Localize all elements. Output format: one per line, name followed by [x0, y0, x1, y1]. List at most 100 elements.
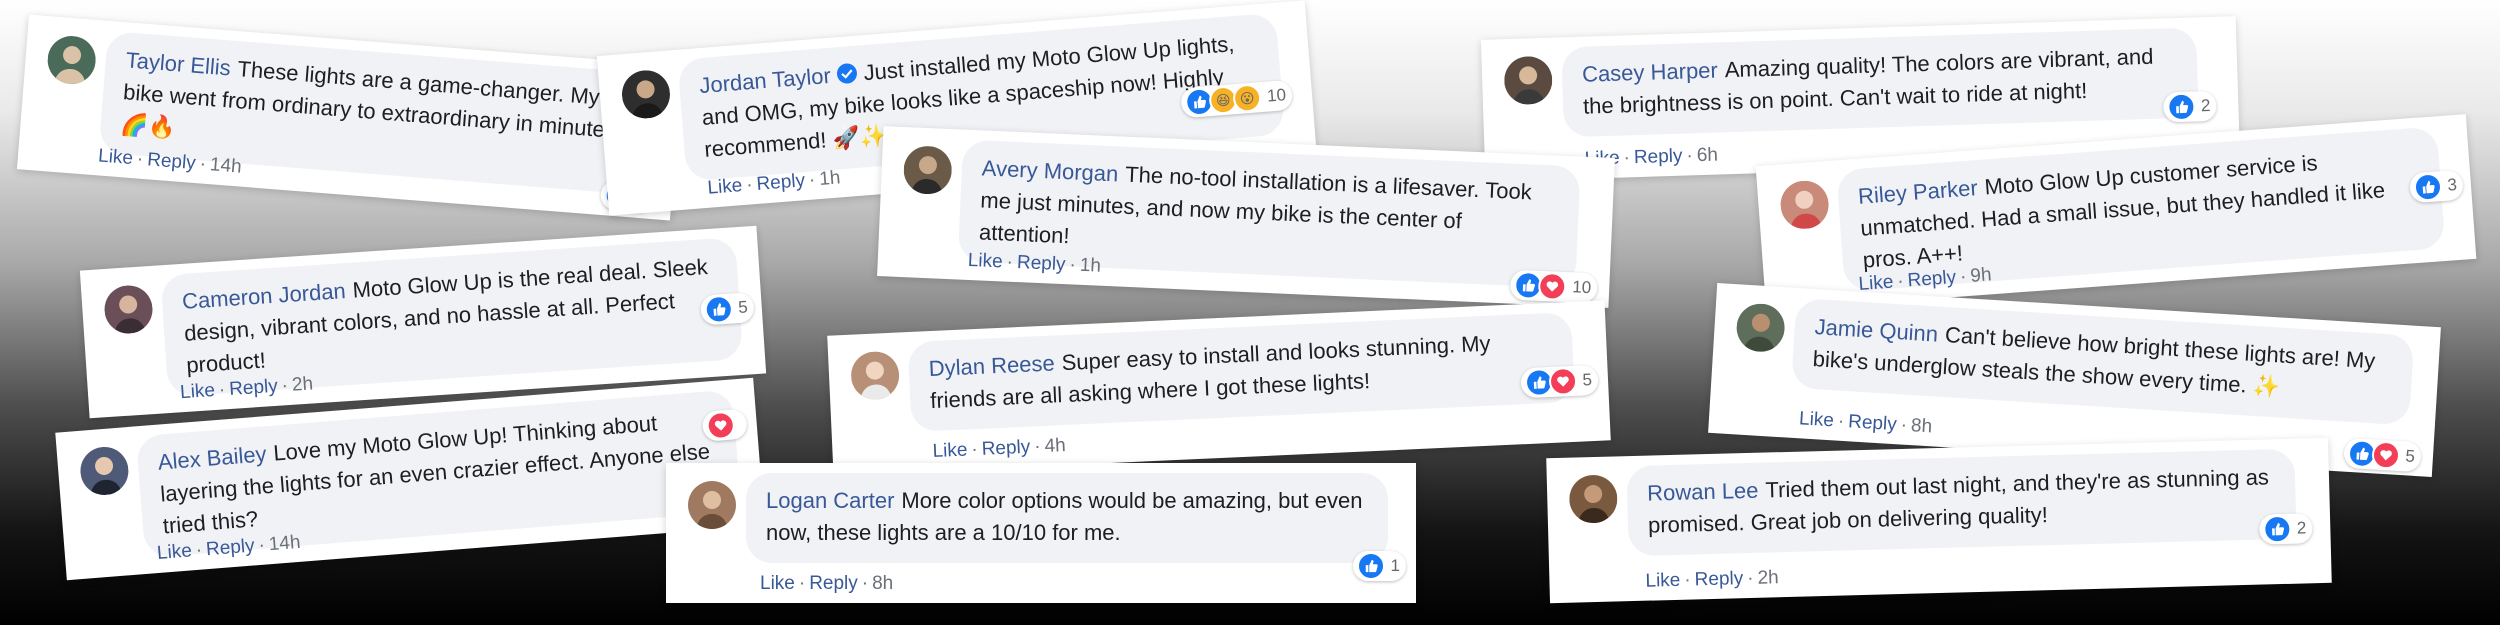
like-reaction-icon	[2412, 172, 2443, 203]
reactions-badge[interactable]: 2	[2258, 513, 2313, 545]
love-reaction-icon	[2370, 440, 2401, 470]
comment-actions: Like · Reply · 8h	[1798, 408, 1933, 438]
reactions-badge[interactable]: 5	[699, 292, 755, 326]
like-link[interactable]: Like	[967, 250, 1003, 273]
reactions-badge[interactable]: 2	[2162, 90, 2217, 123]
timestamp[interactable]: 2h	[291, 373, 313, 395]
reaction-count: 10	[1571, 277, 1592, 298]
timestamp[interactable]: 6h	[1696, 145, 1718, 167]
reaction-count: 1	[1390, 556, 1400, 575]
comment-text: Moto Glow Up is the real deal. Sleek des…	[183, 254, 709, 378]
comment-actions: Like · Reply · 1h	[967, 249, 1102, 277]
commenter-name[interactable]: Avery Morgan	[981, 155, 1119, 186]
comment-actions: Like · Reply · 4h	[932, 435, 1067, 463]
like-link[interactable]: Like	[1798, 408, 1834, 431]
avatar[interactable]	[1778, 179, 1831, 231]
reply-link[interactable]: Reply	[756, 170, 806, 195]
reply-link[interactable]: Reply	[146, 149, 196, 174]
timestamp[interactable]: 1h	[818, 167, 841, 190]
reply-link[interactable]: Reply	[1694, 568, 1743, 590]
reply-link[interactable]: Reply	[1017, 252, 1066, 275]
comment-text: Moto Glow Up customer service is unmatch…	[1859, 150, 2386, 273]
reply-link[interactable]: Reply	[1634, 146, 1683, 169]
like-reaction-icon	[703, 294, 734, 325]
reply-link[interactable]: Reply	[981, 437, 1030, 460]
avatar[interactable]	[850, 350, 901, 401]
like-reaction-icon	[2166, 92, 2196, 122]
like-link[interactable]: Like	[156, 540, 192, 564]
verified-badge-icon	[836, 63, 857, 84]
love-reaction-icon	[1547, 366, 1578, 397]
timestamp[interactable]: 14h	[268, 532, 301, 555]
commenter-name[interactable]: Riley Parker	[1857, 175, 1978, 209]
reply-link[interactable]: Reply	[205, 535, 255, 560]
timestamp[interactable]: 14h	[209, 154, 242, 177]
like-reaction-icon	[1356, 552, 1385, 580]
like-link[interactable]: Like	[179, 380, 215, 403]
comment-card: Logan Carter More color options would be …	[666, 463, 1416, 603]
timestamp[interactable]: 8h	[872, 573, 893, 594]
comment-bubble: Logan Carter More color options would be …	[746, 473, 1388, 563]
reactions-badge[interactable]: 3	[2408, 169, 2464, 204]
reactions-badge[interactable]	[701, 408, 748, 442]
reaction-count: 2	[2296, 518, 2307, 538]
comment-actions: Like · Reply · 2h	[1645, 567, 1779, 592]
commenter-name[interactable]: Jordan Taylor	[698, 63, 831, 98]
timestamp[interactable]: 8h	[1910, 415, 1932, 437]
reaction-count: 3	[2446, 174, 2458, 195]
avatar[interactable]	[1568, 474, 1618, 524]
commenter-name[interactable]: Logan Carter	[766, 488, 894, 513]
commenter-name[interactable]: Taylor Ellis	[125, 47, 232, 80]
avatar[interactable]	[78, 445, 131, 497]
avatar[interactable]	[45, 34, 98, 86]
comment-bubble: Casey Harper Amazing quality! The colors …	[1561, 27, 2199, 138]
reactions-badge[interactable]: 5	[1519, 364, 1599, 399]
avatar[interactable]	[688, 481, 736, 529]
comment-card: Taylor Ellis These lights are a game-chan…	[16, 14, 683, 221]
like-link[interactable]: Like	[1645, 570, 1680, 592]
comment-text: Love my Moto Glow Up! Thinking about lay…	[159, 410, 711, 539]
commenter-name[interactable]: Cameron Jordan	[181, 278, 346, 314]
avatar[interactable]	[902, 145, 953, 196]
reactions-badge[interactable]: 1	[1352, 551, 1406, 581]
timestamp[interactable]: 4h	[1044, 435, 1066, 457]
comment-bubble: Cameron Jordan Moto Glow Up is the real d…	[160, 237, 744, 397]
comment-bubble: Alex Bailey Love my Moto Glow Up! Thinkin…	[135, 389, 742, 558]
comment-card: Dylan Reese Super easy to install and loo…	[827, 300, 1611, 476]
comment-card: Rowan Lee Tried them out last night, and …	[1546, 437, 2332, 604]
timestamp[interactable]: 9h	[1970, 264, 1993, 286]
commenter-name[interactable]: Jamie Quinn	[1814, 314, 1939, 346]
love-reaction-icon	[705, 410, 736, 441]
reactions-badge[interactable]: 5	[2342, 437, 2422, 473]
like-link[interactable]: Like	[707, 175, 743, 199]
timestamp[interactable]: 2h	[1757, 567, 1779, 589]
like-reaction-icon	[2262, 514, 2292, 544]
commenter-name[interactable]: Alex Bailey	[157, 441, 267, 474]
reply-link[interactable]: Reply	[1907, 267, 1957, 292]
comment-card: Avery Morgan The no-tool installation is …	[877, 126, 1615, 308]
reaction-count: 5	[2404, 446, 2416, 466]
reaction-count: 10	[1266, 85, 1287, 106]
comment-bubble: Dylan Reese Super easy to install and loo…	[907, 311, 1575, 432]
commenter-name[interactable]: Casey Harper	[1582, 57, 1718, 86]
reply-link[interactable]: Reply	[229, 376, 279, 400]
avatar[interactable]	[102, 283, 155, 336]
reaction-count: 5	[737, 297, 749, 318]
avatar[interactable]	[620, 68, 672, 121]
timestamp[interactable]: 1h	[1079, 255, 1101, 277]
like-link[interactable]: Like	[932, 439, 968, 462]
wow-reaction-icon: 😮	[1232, 83, 1263, 114]
reply-link[interactable]: Reply	[1848, 411, 1898, 435]
comment-bubble: Jamie Quinn Can't believe how bright thes…	[1791, 297, 2415, 426]
like-link[interactable]: Like	[760, 573, 795, 594]
love-reaction-icon	[1537, 271, 1567, 302]
avatar[interactable]	[1735, 302, 1787, 354]
reaction-count: 5	[1582, 370, 1593, 390]
reply-link[interactable]: Reply	[809, 573, 858, 594]
avatar[interactable]	[1503, 55, 1553, 106]
like-link[interactable]: Like	[97, 145, 133, 169]
commenter-name[interactable]: Dylan Reese	[928, 350, 1055, 381]
commenter-name[interactable]: Rowan Lee	[1647, 478, 1759, 506]
comment-bubble: Rowan Lee Tried them out last night, and …	[1626, 448, 2297, 556]
reactions-badge[interactable]: 10	[1509, 269, 1598, 304]
